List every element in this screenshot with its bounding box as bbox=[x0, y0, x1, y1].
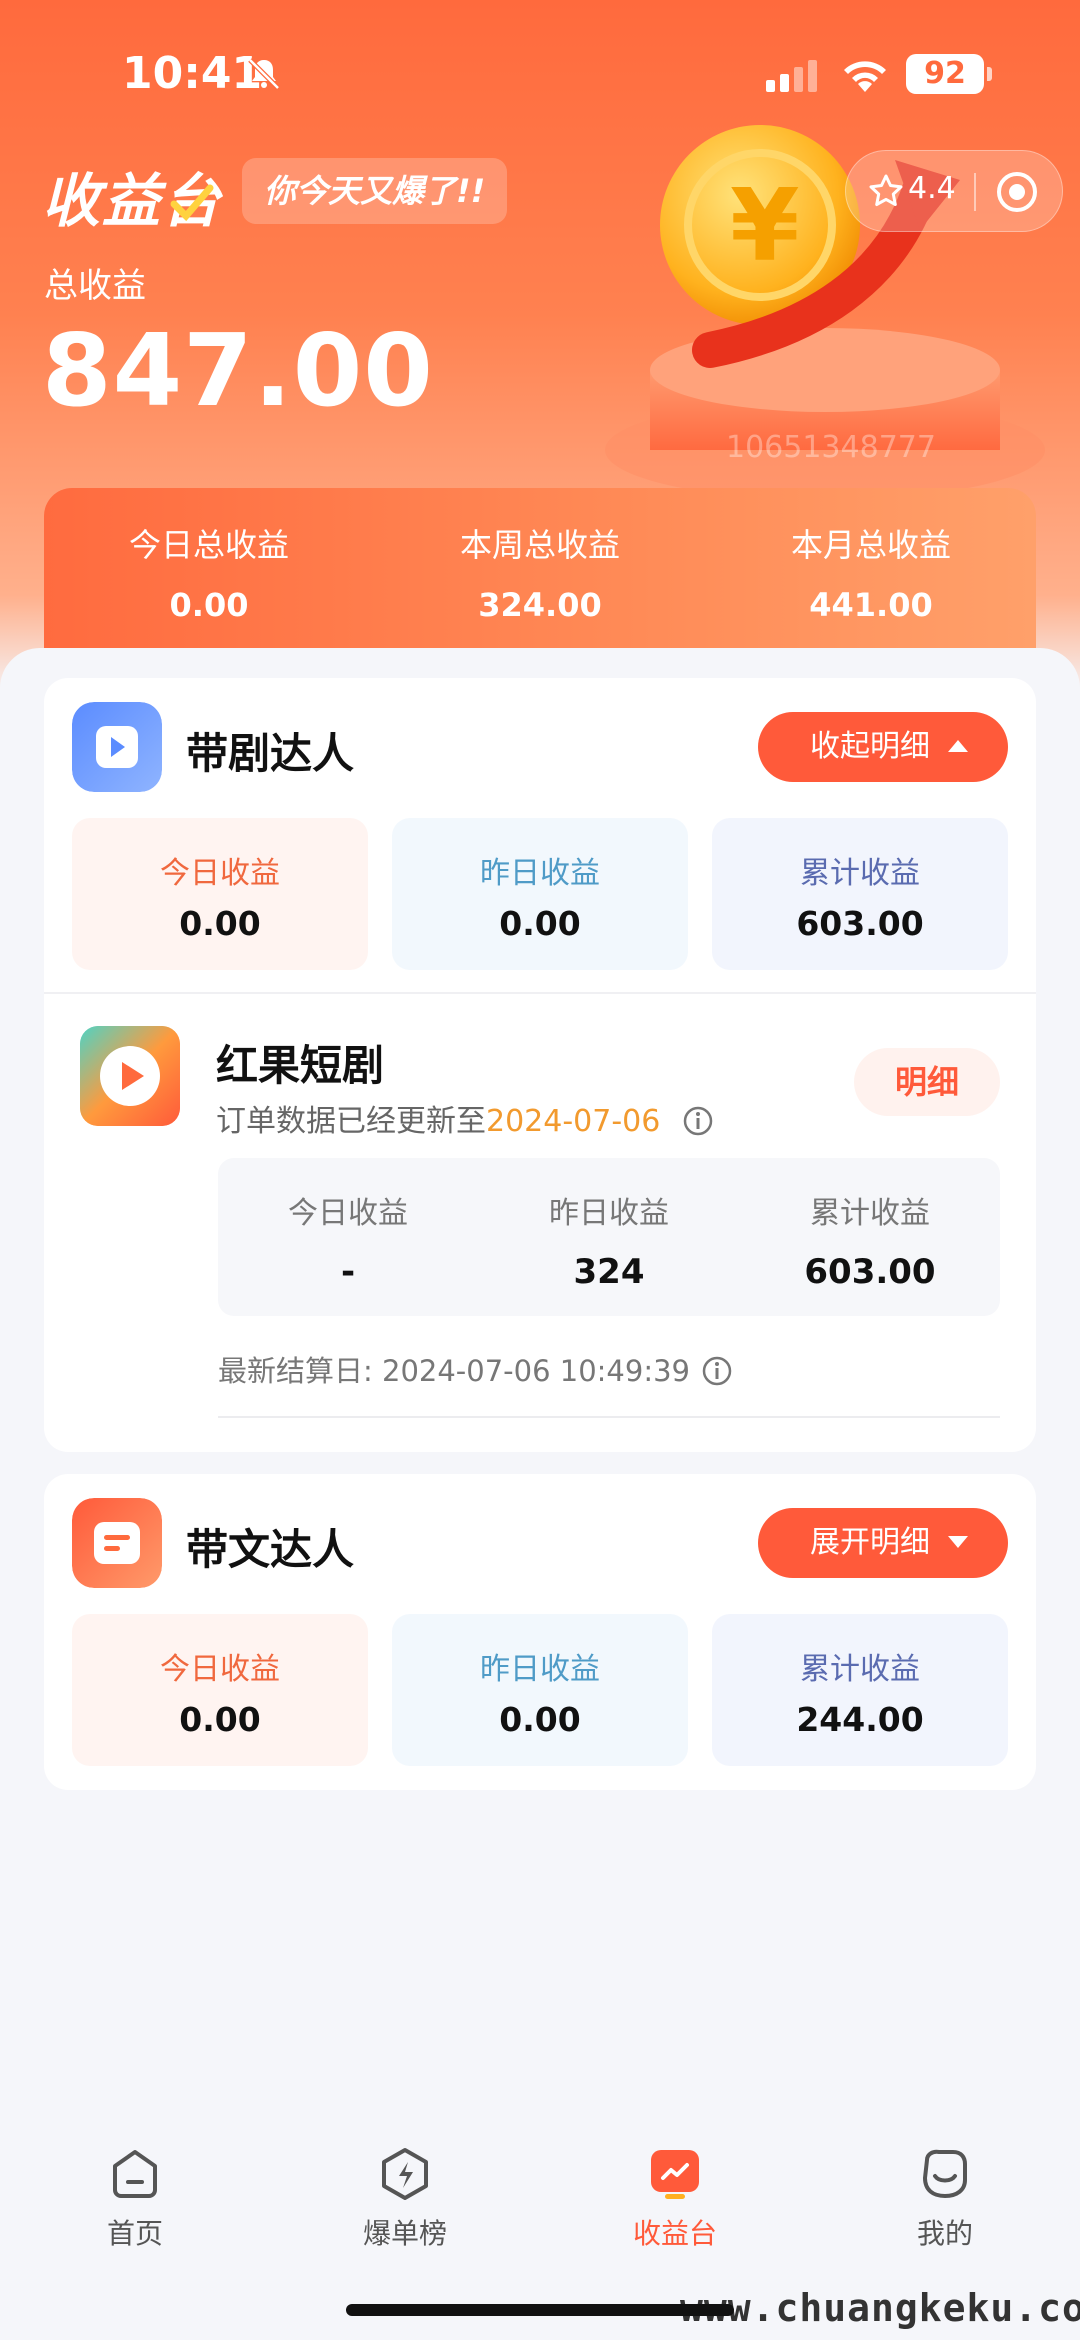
update-status: 订单数据已经更新至2024-07-06 bbox=[216, 1096, 714, 1140]
box-label: 昨日收益 bbox=[480, 856, 600, 891]
drama-earnings-boxes: 今日收益 0.00 昨日收益 0.00 累计收益 603.00 bbox=[72, 818, 1008, 970]
caret-down-icon bbox=[948, 1536, 968, 1548]
tab-earnings[interactable]: 收益台 bbox=[605, 2146, 745, 2252]
collapse-detail-button[interactable]: 收起明细 bbox=[758, 712, 1008, 782]
settle-time: 2024-07-06 10:49:39 bbox=[382, 1354, 690, 1388]
stat-label: 今日收益 bbox=[288, 1196, 408, 1231]
summary-value: 441.00 bbox=[809, 586, 933, 624]
earnings-box-yesterday: 昨日收益 0.00 bbox=[392, 818, 688, 970]
wifi-icon bbox=[844, 61, 886, 92]
box-label: 昨日收益 bbox=[480, 1652, 600, 1687]
status-bar: 10:41 92 bbox=[0, 48, 1080, 100]
earnings-box-total: 累计收益 603.00 bbox=[712, 818, 1008, 970]
box-value: 603.00 bbox=[796, 904, 924, 943]
slogan-badge: 你今天又爆了!! bbox=[242, 158, 508, 224]
stat-value: 603.00 bbox=[804, 1252, 936, 1292]
info-icon[interactable] bbox=[682, 1105, 714, 1137]
svg-text:¥: ¥ bbox=[730, 167, 800, 284]
box-value: 244.00 bbox=[796, 1700, 924, 1739]
earnings-box-total: 累计收益 244.00 bbox=[712, 1614, 1008, 1766]
tab-label: 首页 bbox=[106, 2217, 163, 2250]
text-earnings-boxes: 今日收益 0.00 昨日收益 0.00 累计收益 244.00 bbox=[72, 1614, 1008, 1766]
earnings-box-today: 今日收益 0.00 bbox=[72, 818, 368, 970]
menu-capsule[interactable]: 4.4 bbox=[845, 150, 1063, 232]
divider bbox=[218, 1416, 1000, 1418]
total-earnings-value: 847.00 bbox=[42, 312, 434, 429]
hongguo-app-icon bbox=[80, 1026, 180, 1126]
play-icon bbox=[72, 702, 162, 792]
summary-week: 本周总收益 324.00 bbox=[375, 520, 705, 624]
box-value: 0.00 bbox=[499, 1700, 581, 1739]
expand-detail-label: 展开明细 bbox=[810, 1525, 930, 1560]
box-value: 0.00 bbox=[179, 904, 261, 943]
site-watermark: www.chuangkeku.com bbox=[680, 2286, 1080, 2330]
stat-label: 昨日收益 bbox=[549, 1196, 669, 1231]
status-time: 10:41 bbox=[122, 48, 263, 99]
box-label: 今日收益 bbox=[160, 856, 280, 891]
summary-value: 324.00 bbox=[478, 586, 602, 624]
bottom-tab-bar: 首页 爆单榜 收益台 我的 bbox=[0, 2130, 1080, 2260]
bell-muted-icon bbox=[248, 58, 280, 90]
lightning-icon bbox=[382, 2148, 428, 2200]
box-label: 累计收益 bbox=[800, 856, 920, 891]
capsule-divider bbox=[974, 173, 976, 211]
drama-earnings-card: 带剧达人 收起明细 今日收益 0.00 昨日收益 0.00 累计收益 603.0… bbox=[44, 678, 1036, 1452]
stat-yesterday: 昨日收益 324 bbox=[479, 1188, 739, 1292]
summary-label: 今日总收益 bbox=[128, 526, 289, 564]
summary-month: 本月总收益 441.00 bbox=[706, 520, 1036, 624]
tab-hot-list[interactable]: 爆单榜 bbox=[335, 2146, 475, 2252]
box-value: 0.00 bbox=[499, 904, 581, 943]
settle-label: 最新结算日: bbox=[218, 1354, 373, 1388]
earnings-icon bbox=[651, 2150, 699, 2199]
summary-label: 本周总收益 bbox=[459, 526, 620, 564]
info-icon[interactable] bbox=[701, 1355, 733, 1387]
tab-profile[interactable]: 我的 bbox=[875, 2146, 1015, 2252]
stat-today: 今日收益 - bbox=[218, 1188, 478, 1292]
box-label: 累计收益 bbox=[800, 1652, 920, 1687]
stat-value: - bbox=[340, 1252, 356, 1292]
section-title: 带剧达人 bbox=[186, 729, 355, 778]
text-earnings-card: 带文达人 展开明细 今日收益 0.00 昨日收益 0.00 累计收益 244.0… bbox=[44, 1474, 1036, 1790]
app-name: 红果短剧 bbox=[216, 1041, 385, 1090]
signal-icon bbox=[766, 60, 817, 92]
section-title: 带文达人 bbox=[186, 1525, 355, 1574]
check-icon bbox=[170, 184, 214, 222]
detail-button[interactable]: 明细 bbox=[854, 1048, 1000, 1116]
app-stats-panel: 今日收益 - 昨日收益 324 累计收益 603.00 bbox=[218, 1158, 1000, 1316]
divider bbox=[44, 992, 1036, 994]
star-icon[interactable] bbox=[868, 173, 904, 209]
update-date: 2024-07-06 bbox=[486, 1104, 661, 1139]
box-value: 0.00 bbox=[179, 1700, 261, 1739]
earnings-box-yesterday: 昨日收益 0.00 bbox=[392, 1614, 688, 1766]
summary-value: 0.00 bbox=[169, 586, 249, 624]
profile-icon bbox=[922, 2149, 967, 2199]
stat-total: 累计收益 603.00 bbox=[740, 1188, 1000, 1292]
earnings-box-today: 今日收益 0.00 bbox=[72, 1614, 368, 1766]
tab-home[interactable]: 首页 bbox=[65, 2146, 205, 2252]
stat-label: 累计收益 bbox=[810, 1196, 930, 1231]
watermark-id: 10651348777 bbox=[726, 430, 936, 465]
summary-label: 本月总收益 bbox=[790, 526, 951, 564]
summary-today: 今日总收益 0.00 bbox=[44, 520, 374, 624]
collapse-detail-label: 收起明细 bbox=[810, 729, 930, 764]
settlement-info: 最新结算日: 2024-07-06 10:49:39 bbox=[218, 1348, 733, 1390]
box-label: 今日收益 bbox=[160, 1652, 280, 1687]
tab-label: 爆单榜 bbox=[362, 2217, 447, 2250]
stat-value: 324 bbox=[573, 1252, 645, 1292]
tab-label: 我的 bbox=[916, 2217, 973, 2250]
update-prefix: 订单数据已经更新至 bbox=[216, 1104, 486, 1139]
caret-up-icon bbox=[948, 740, 968, 752]
rating-value: 4.4 bbox=[908, 171, 956, 206]
close-target-icon[interactable] bbox=[994, 169, 1040, 215]
total-earnings-label: 总收益 bbox=[44, 266, 146, 306]
expand-detail-button[interactable]: 展开明细 bbox=[758, 1508, 1008, 1578]
home-icon bbox=[113, 2150, 157, 2198]
battery-indicator: 92 bbox=[906, 54, 992, 94]
home-indicator[interactable] bbox=[346, 2304, 734, 2316]
tab-label: 收益台 bbox=[632, 2217, 717, 2250]
document-icon bbox=[72, 1498, 162, 1588]
